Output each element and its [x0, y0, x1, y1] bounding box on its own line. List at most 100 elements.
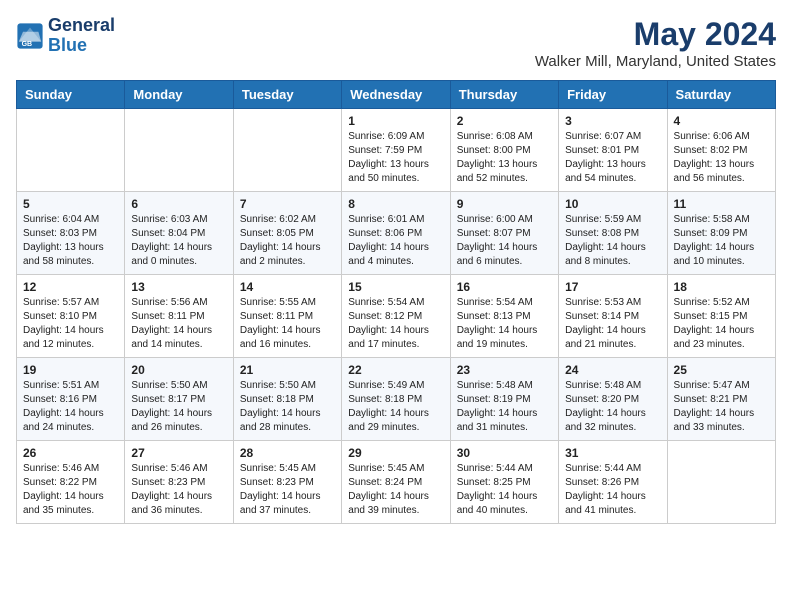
- cell-text: and 58 minutes.: [23, 255, 118, 269]
- calendar-week-3: 12Sunrise: 5:57 AMSunset: 8:10 PMDayligh…: [17, 275, 776, 358]
- cell-text: and 41 minutes.: [565, 504, 660, 518]
- calendar-cell: 5Sunrise: 6:04 AMSunset: 8:03 PMDaylight…: [17, 192, 125, 275]
- cell-text: Sunrise: 5:44 AM: [565, 462, 660, 476]
- calendar-cell: 11Sunrise: 5:58 AMSunset: 8:09 PMDayligh…: [667, 192, 775, 275]
- calendar-cell: 6 Sunrise: 6:03 AMSunset: 8:04 PMDaylight…: [125, 192, 233, 275]
- cell-text: and 19 minutes.: [457, 338, 552, 352]
- cell-text: Sunset: 8:13 PM: [457, 310, 552, 324]
- cell-text: Sunrise: 5:45 AM: [348, 462, 443, 476]
- cell-text: and 52 minutes.: [457, 172, 552, 186]
- cell-text: Daylight: 13 hours: [23, 241, 118, 255]
- cell-text: Daylight: 14 hours: [674, 324, 769, 338]
- day-number: 28: [240, 446, 335, 460]
- day-number: 15: [348, 280, 443, 294]
- cell-text: and 56 minutes.: [674, 172, 769, 186]
- cell-text: Sunrise: 5:49 AM: [348, 379, 443, 393]
- cell-text: Daylight: 14 hours: [131, 324, 226, 338]
- cell-text: Sunset: 8:12 PM: [348, 310, 443, 324]
- calendar-cell: 17Sunrise: 5:53 AMSunset: 8:14 PMDayligh…: [559, 275, 667, 358]
- cell-text: Sunrise: 5:59 AM: [565, 213, 660, 227]
- cell-text: and 26 minutes.: [131, 421, 226, 435]
- day-number: 16: [457, 280, 552, 294]
- calendar-week-5: 26Sunrise: 5:46 AMSunset: 8:22 PMDayligh…: [17, 441, 776, 524]
- day-number: 1: [348, 114, 443, 128]
- cell-text: Sunset: 8:00 PM: [457, 144, 552, 158]
- header: GB General Blue May 2024 Walker Mill, Ma…: [16, 16, 776, 70]
- cell-text: Sunset: 8:04 PM: [131, 227, 226, 241]
- cell-text: Daylight: 14 hours: [348, 324, 443, 338]
- logo-icon: GB: [16, 22, 44, 50]
- cell-text: Sunrise: 6:03 AM: [131, 213, 226, 227]
- cell-text: Sunrise: 5:46 AM: [131, 462, 226, 476]
- cell-text: Daylight: 14 hours: [348, 241, 443, 255]
- day-number: 4: [674, 114, 769, 128]
- cell-text: Sunrise: 6:02 AM: [240, 213, 335, 227]
- calendar-table: SundayMondayTuesdayWednesdayThursdayFrid…: [16, 80, 776, 524]
- calendar-cell: [233, 109, 341, 192]
- calendar-cell: 30Sunrise: 5:44 AMSunset: 8:25 PMDayligh…: [450, 441, 558, 524]
- cell-text: Daylight: 14 hours: [131, 407, 226, 421]
- cell-text: Sunset: 8:17 PM: [131, 393, 226, 407]
- cell-text: Sunset: 8:07 PM: [457, 227, 552, 241]
- weekday-header-saturday: Saturday: [667, 81, 775, 109]
- cell-text: Sunset: 8:26 PM: [565, 476, 660, 490]
- cell-text: Sunrise: 5:48 AM: [457, 379, 552, 393]
- cell-text: Daylight: 14 hours: [348, 407, 443, 421]
- cell-text: Sunrise: 5:50 AM: [240, 379, 335, 393]
- cell-text: and 29 minutes.: [348, 421, 443, 435]
- day-number: 18: [674, 280, 769, 294]
- day-number: 8: [348, 197, 443, 211]
- cell-text: Sunset: 8:23 PM: [131, 476, 226, 490]
- calendar-cell: 1Sunrise: 6:09 AMSunset: 7:59 PMDaylight…: [342, 109, 450, 192]
- calendar-cell: 18Sunrise: 5:52 AMSunset: 8:15 PMDayligh…: [667, 275, 775, 358]
- cell-text: Daylight: 14 hours: [240, 490, 335, 504]
- calendar-cell: 4Sunrise: 6:06 AMSunset: 8:02 PMDaylight…: [667, 109, 775, 192]
- cell-text: Sunset: 8:15 PM: [674, 310, 769, 324]
- calendar-cell: 13Sunrise: 5:56 AMSunset: 8:11 PMDayligh…: [125, 275, 233, 358]
- cell-text: and 39 minutes.: [348, 504, 443, 518]
- cell-text: Sunset: 8:21 PM: [674, 393, 769, 407]
- cell-text: Daylight: 14 hours: [565, 324, 660, 338]
- cell-text: Daylight: 14 hours: [674, 241, 769, 255]
- cell-text: Daylight: 13 hours: [674, 158, 769, 172]
- cell-text: and 40 minutes.: [457, 504, 552, 518]
- day-number: 27: [131, 446, 226, 460]
- calendar-cell: 31Sunrise: 5:44 AMSunset: 8:26 PMDayligh…: [559, 441, 667, 524]
- calendar-cell: 9Sunrise: 6:00 AMSunset: 8:07 PMDaylight…: [450, 192, 558, 275]
- day-number: 6: [131, 197, 226, 211]
- cell-text: Sunset: 8:03 PM: [23, 227, 118, 241]
- day-number: 2: [457, 114, 552, 128]
- cell-text: and 24 minutes.: [23, 421, 118, 435]
- cell-text: and 31 minutes.: [457, 421, 552, 435]
- calendar-week-2: 5Sunrise: 6:04 AMSunset: 8:03 PMDaylight…: [17, 192, 776, 275]
- cell-text: and 33 minutes.: [674, 421, 769, 435]
- title-block: May 2024 Walker Mill, Maryland, United S…: [535, 16, 776, 70]
- cell-text: and 0 minutes.: [131, 255, 226, 269]
- cell-text: Sunrise: 5:56 AM: [131, 296, 226, 310]
- cell-text: Daylight: 14 hours: [565, 241, 660, 255]
- cell-text: Daylight: 13 hours: [457, 158, 552, 172]
- cell-text: Daylight: 14 hours: [131, 241, 226, 255]
- logo-text-blue: Blue: [48, 36, 115, 56]
- cell-text: and 2 minutes.: [240, 255, 335, 269]
- calendar-cell: 3Sunrise: 6:07 AMSunset: 8:01 PMDaylight…: [559, 109, 667, 192]
- cell-text: Sunset: 8:22 PM: [23, 476, 118, 490]
- cell-text: Sunrise: 5:58 AM: [674, 213, 769, 227]
- calendar-cell: 26Sunrise: 5:46 AMSunset: 8:22 PMDayligh…: [17, 441, 125, 524]
- day-number: 19: [23, 363, 118, 377]
- cell-text: Sunrise: 5:48 AM: [565, 379, 660, 393]
- weekday-header-monday: Monday: [125, 81, 233, 109]
- day-number: 13: [131, 280, 226, 294]
- cell-text: Sunrise: 6:01 AM: [348, 213, 443, 227]
- cell-text: Daylight: 14 hours: [23, 407, 118, 421]
- calendar-cell: 23Sunrise: 5:48 AMSunset: 8:19 PMDayligh…: [450, 358, 558, 441]
- calendar-cell: 16Sunrise: 5:54 AMSunset: 8:13 PMDayligh…: [450, 275, 558, 358]
- cell-text: Sunset: 8:18 PM: [348, 393, 443, 407]
- cell-text: Sunrise: 6:07 AM: [565, 130, 660, 144]
- cell-text: Sunset: 8:06 PM: [348, 227, 443, 241]
- cell-text: Sunset: 8:24 PM: [348, 476, 443, 490]
- calendar-cell: 10Sunrise: 5:59 AMSunset: 8:08 PMDayligh…: [559, 192, 667, 275]
- location-title: Walker Mill, Maryland, United States: [535, 53, 776, 70]
- cell-text: Sunrise: 5:45 AM: [240, 462, 335, 476]
- cell-text: Daylight: 14 hours: [240, 324, 335, 338]
